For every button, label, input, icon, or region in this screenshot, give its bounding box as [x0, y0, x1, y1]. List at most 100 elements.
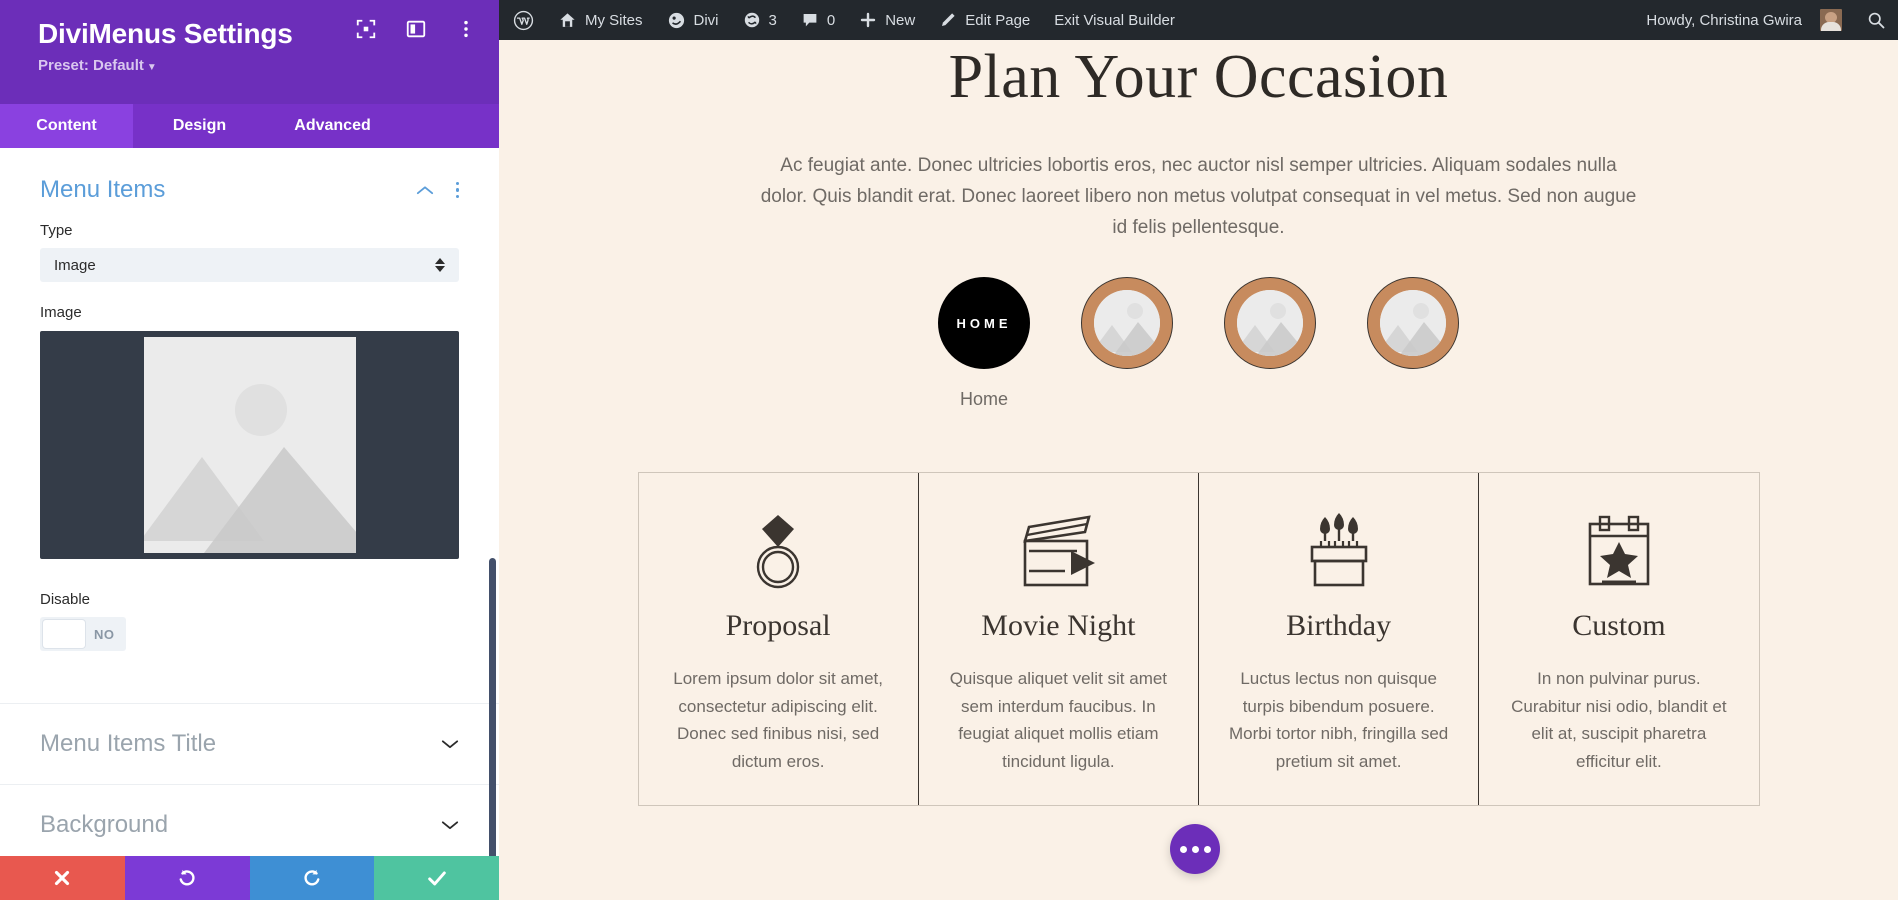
adminbar-new[interactable]: New: [847, 0, 927, 40]
adminbar-edit-page[interactable]: Edit Page: [927, 0, 1042, 40]
preset-selector[interactable]: Preset: Default ▼: [38, 57, 475, 74]
type-select-value: Image: [54, 256, 96, 274]
card-proposal: Proposal Lorem ipsum dolor sit amet, con…: [639, 473, 919, 806]
section-options-icon[interactable]: [455, 181, 459, 199]
circle-menu-item-3: [1224, 277, 1316, 410]
pencil-icon: [942, 13, 955, 26]
section-title-menu-items-title: Menu Items Title: [40, 730, 217, 757]
section-background[interactable]: Background: [0, 785, 499, 865]
adminbar-howdy-label: Howdy, Christina Gwira: [1646, 11, 1802, 29]
circle-home-button[interactable]: HOME: [938, 277, 1030, 370]
field-label-image: Image: [40, 304, 82, 321]
adminbar-new-label: New: [885, 11, 916, 29]
adminbar-comments[interactable]: 0: [789, 0, 847, 40]
section-title-background: Background: [40, 811, 169, 838]
calendar-star-icon: [1509, 509, 1728, 595]
circle-image-button-3[interactable]: [1224, 277, 1316, 370]
circle-image-button-4[interactable]: [1367, 277, 1459, 370]
page-subtext: Ac feugiat ante. Donec ultricies loborti…: [760, 155, 1637, 238]
field-label-type: Type: [40, 222, 73, 239]
card-title-proposal: Proposal: [725, 609, 831, 643]
field-disable: Disable NO: [0, 559, 499, 651]
image-placeholder-icon: [1094, 290, 1160, 357]
image-preview[interactable]: [40, 331, 459, 559]
type-select[interactable]: Image: [40, 248, 459, 282]
circle-home-label: Home: [959, 389, 1008, 410]
panel-body: Menu Items Type Image Image Disable NO M…: [0, 148, 499, 900]
section-tools: [416, 181, 459, 199]
card-title-birthday: Birthday: [1286, 609, 1392, 643]
image-placeholder-icon: [1237, 290, 1303, 357]
occasion-cards: Proposal Lorem ipsum dolor sit amet, con…: [637, 472, 1760, 807]
clapperboard-icon: [949, 509, 1168, 595]
panel-scrollbar[interactable]: [489, 558, 496, 873]
page-title: Plan Your Occasion: [948, 43, 1449, 111]
adminbar-edit-page-label: Edit Page: [965, 11, 1031, 29]
circle-menu-item-4: [1367, 277, 1459, 410]
chevron-down-icon[interactable]: [441, 738, 459, 750]
adminbar-right: Howdy, Christina Gwira: [1632, 0, 1898, 40]
circle-menu-item-home: HOME Home: [938, 277, 1030, 410]
save-button[interactable]: [374, 856, 499, 900]
card-text-custom: In non pulvinar purus. Curabitur nisi od…: [1511, 669, 1727, 771]
panel-footer: [0, 856, 499, 900]
page-canvas: Plan Your Occasion Ac feugiat ante. Done…: [499, 40, 1898, 900]
avatar: [1820, 9, 1842, 31]
layout-panel-icon[interactable]: [405, 18, 427, 40]
circle-menu: HOME Home: [499, 277, 1898, 410]
chevron-up-icon[interactable]: [416, 184, 434, 196]
adminbar-my-sites-label: My Sites: [585, 11, 643, 29]
screen-root: DiviMenus Settings Preset: Default ▼ Con…: [0, 0, 1898, 900]
disable-toggle-value: NO: [94, 626, 115, 642]
updates-icon: [744, 12, 759, 28]
undo-icon: [179, 869, 195, 886]
close-icon: [55, 870, 70, 886]
circle-menu-item-2: [1081, 277, 1173, 410]
image-placeholder-icon: [1380, 290, 1446, 357]
card-custom: Custom In non pulvinar purus. Curabitur …: [1479, 473, 1758, 805]
card-text-birthday: Luctus lectus non quisque turpis bibendu…: [1229, 669, 1449, 771]
card-title-custom: Custom: [1572, 609, 1666, 643]
section-menu-items-title[interactable]: Menu Items Title: [0, 704, 499, 784]
floating-options-button[interactable]: [1170, 824, 1220, 874]
circle-image-button-2[interactable]: [1081, 277, 1173, 370]
adminbar-comments-count: 0: [826, 11, 836, 29]
adminbar-updates[interactable]: 3: [731, 0, 789, 40]
adminbar-divi[interactable]: Divi: [655, 0, 731, 40]
section-menu-items-header: Menu Items: [0, 148, 499, 214]
toggle-knob: [43, 620, 85, 648]
field-image: Image: [0, 282, 499, 559]
birthday-cake-icon: [1229, 509, 1448, 595]
redo-button[interactable]: [249, 856, 375, 900]
field-type: Type Image: [0, 214, 499, 282]
adminbar-updates-count: 3: [768, 11, 777, 29]
adminbar-account[interactable]: Howdy, Christina Gwira: [1632, 0, 1854, 40]
adminbar-search[interactable]: [1854, 0, 1898, 40]
panel-header: DiviMenus Settings Preset: Default ▼: [0, 0, 499, 104]
tab-design[interactable]: Design: [133, 104, 266, 148]
divi-icon: [668, 12, 684, 28]
adminbar-wordpress-logo[interactable]: [499, 0, 546, 40]
comments-icon: [803, 14, 817, 27]
adminbar-exit-label: Exit Visual Builder: [1054, 11, 1175, 29]
chevron-down-icon[interactable]: [441, 819, 459, 831]
tab-content[interactable]: Content: [0, 104, 133, 148]
adminbar-exit-visual-builder[interactable]: Exit Visual Builder: [1042, 0, 1187, 40]
adminbar-divi-label: Divi: [693, 11, 719, 29]
disable-toggle[interactable]: NO: [40, 617, 126, 651]
tab-advanced[interactable]: Advanced: [266, 104, 399, 148]
cancel-button[interactable]: [0, 856, 125, 900]
search-icon: [1868, 12, 1885, 29]
focus-target-icon[interactable]: [355, 18, 377, 40]
card-movie-night: Movie Night Quisque aliquet velit sit am…: [919, 473, 1199, 806]
sites-icon: [560, 12, 575, 27]
preset-label: Preset: Default: [38, 57, 144, 75]
panel-tabs: Content Design Advanced: [0, 104, 499, 148]
vertical-dots-icon[interactable]: [455, 18, 477, 40]
card-birthday: Birthday Luctus lectus non quisque turpi…: [1199, 473, 1480, 806]
panel-header-icons: [355, 18, 477, 40]
adminbar-my-sites[interactable]: My Sites: [546, 0, 655, 40]
undo-button[interactable]: [124, 856, 250, 900]
card-text-proposal: Lorem ipsum dolor sit amet, consectetur …: [673, 669, 883, 771]
circle-home-text: HOME: [956, 315, 1012, 331]
